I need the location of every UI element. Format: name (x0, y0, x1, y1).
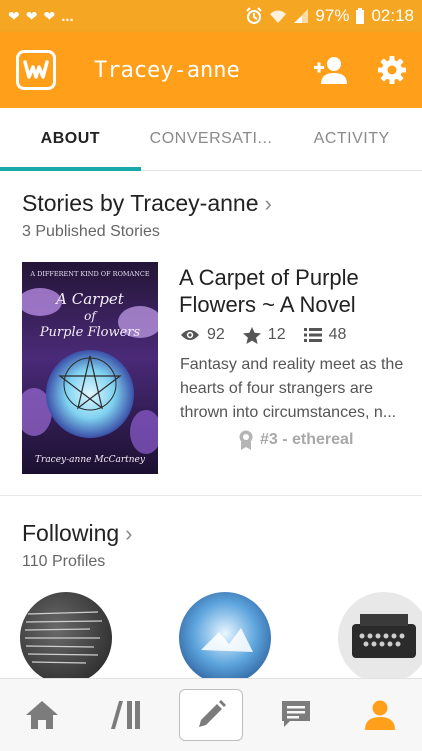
parts-stat: 48 (303, 326, 347, 344)
nav-home[interactable] (11, 690, 73, 740)
library-icon (111, 701, 140, 729)
battery-level: 97% (315, 6, 350, 25)
stories-title: Stories by Tracey-anne (22, 190, 259, 216)
votes-count: 12 (267, 326, 286, 343)
cover-tagline: A DIFFERENT KIND OF ROMANCE (29, 270, 150, 278)
heart-icon: ❤ (43, 7, 56, 24)
tab-activity[interactable]: ACTIVITY (281, 108, 422, 170)
bottom-navigation (0, 678, 422, 751)
wifi-icon (269, 8, 287, 24)
status-bar: ❤ ❤ ❤ ... 97% 02:18 (0, 0, 422, 32)
add-person-icon (314, 57, 347, 84)
reads-count: 92 (207, 326, 225, 343)
following-count: 110 Profiles (22, 553, 106, 570)
heart-icon: ❤ (8, 7, 20, 24)
pencil-icon (199, 700, 226, 727)
person-icon (365, 700, 395, 730)
nav-library[interactable] (95, 690, 157, 740)
following-title: Following (22, 520, 120, 546)
settings-button[interactable] (378, 56, 406, 84)
story-cover[interactable]: A DIFFERENT KIND OF ROMANCE A Carpet of … (22, 262, 158, 474)
story-stats: 92 12 48 (180, 326, 346, 344)
star-icon (242, 326, 261, 344)
eye-icon (181, 330, 199, 340)
message-icon (282, 701, 310, 727)
wattpad-logo-icon[interactable] (16, 50, 56, 90)
list-icon (303, 328, 322, 342)
nav-messages[interactable] (265, 690, 327, 740)
more-notifications: ... (61, 7, 74, 25)
battery-icon (355, 7, 365, 25)
profile-tabs: ABOUT CONVERSATI... ACTIVITY (0, 108, 422, 171)
alarm-icon (245, 7, 263, 25)
following-section-header[interactable]: Following › 110 Profiles (22, 520, 132, 571)
parts-count: 48 (328, 326, 347, 343)
page-title: Tracey-anne (94, 57, 240, 83)
stories-count: 3 Published Stories (22, 223, 160, 240)
section-divider (0, 495, 422, 496)
stories-section-header[interactable]: Stories by Tracey-anne › 3 Published Sto… (22, 190, 272, 241)
rank-label: #3 - ethereal (260, 431, 354, 448)
nav-profile[interactable] (349, 690, 411, 740)
clock: 02:18 (371, 6, 414, 25)
following-avatar[interactable] (338, 592, 422, 684)
heart-icon: ❤ (25, 7, 38, 24)
tab-about[interactable]: ABOUT (0, 108, 141, 171)
tab-conversations[interactable]: CONVERSATI... (141, 108, 282, 170)
story-description: Fantasy and reality meet as the hearts o… (180, 356, 404, 421)
following-avatar[interactable] (20, 592, 112, 684)
gear-icon (378, 56, 406, 84)
story-title[interactable]: A Carpet of Purple Flowers ~ A Novel (179, 264, 411, 318)
chevron-right-icon: › (264, 190, 272, 216)
chevron-right-icon: › (125, 520, 133, 546)
system-status: 97% 02:18 (245, 6, 414, 26)
cover-title-line3: Purple Flowers (39, 325, 141, 340)
cover-title-line1: A Carpet (54, 290, 125, 308)
cover-title-line2: of (84, 309, 98, 323)
votes-stat: 12 (242, 326, 286, 344)
ribbon-badge-icon (239, 430, 253, 450)
following-avatar[interactable] (179, 592, 271, 684)
cover-author: Tracey-anne McCartney (35, 455, 146, 465)
nav-write[interactable] (179, 689, 243, 741)
app-bar: Tracey-anne (0, 32, 422, 108)
reads-stat: 92 (180, 326, 225, 344)
home-icon (26, 701, 58, 729)
story-rank[interactable]: #3 - ethereal (238, 430, 353, 450)
signal-icon (293, 8, 309, 24)
notification-icons: ❤ ❤ ❤ ... (8, 8, 74, 25)
follow-user-button[interactable] (312, 55, 350, 85)
